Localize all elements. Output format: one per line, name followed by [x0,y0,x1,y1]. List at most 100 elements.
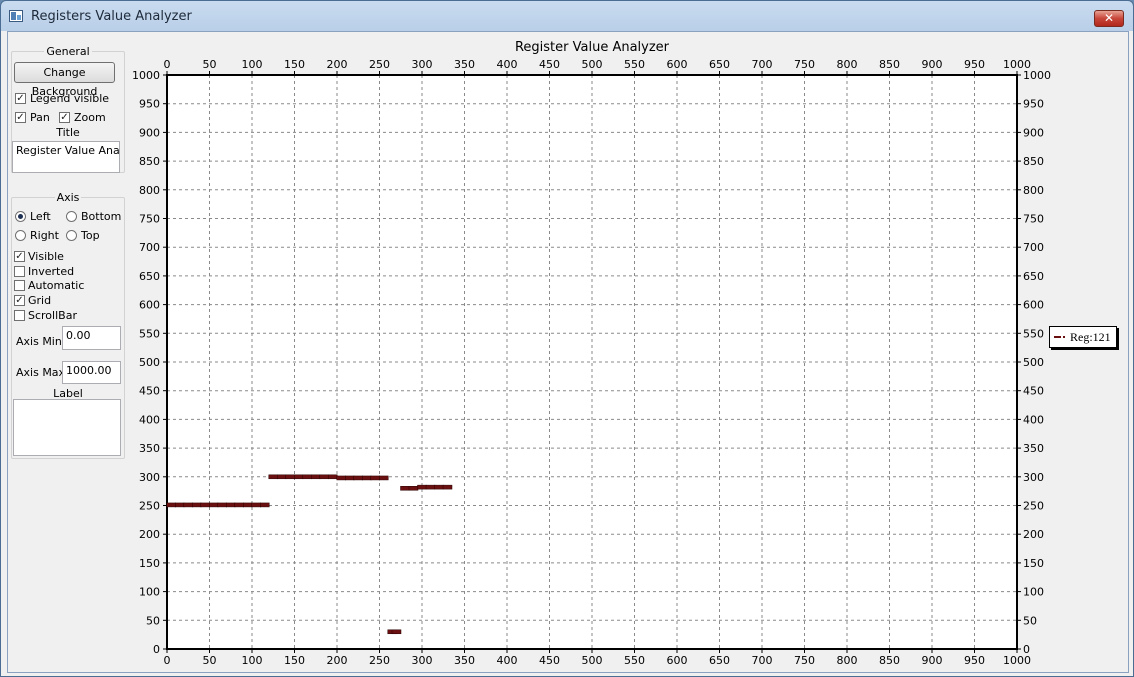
data-point [166,502,176,508]
x-tick-label-top: 950 [964,58,985,71]
x-tick-label-bottom: 600 [667,654,688,667]
data-point [192,502,202,508]
y-tick-label-left: 600 [139,299,160,312]
y-tick-label-left: 0 [153,643,160,656]
zoom-checkbox[interactable] [59,112,70,123]
window-title: Registers Value Analyzer [31,9,192,24]
axis-visible-label: Visible [28,250,64,263]
general-group: General Change Background Legend visible… [11,45,125,173]
y-tick-label-right: 150 [1023,557,1044,570]
x-tick-label-top: 750 [794,58,815,71]
axis-top-radio[interactable] [66,230,77,241]
y-tick-label-right: 250 [1023,500,1044,513]
y-tick-label-right: 850 [1023,155,1044,168]
close-button[interactable]: ✕ [1094,10,1124,27]
x-tick-label-top: 450 [539,58,560,71]
data-point [408,486,419,491]
x-tick-label-bottom: 950 [964,654,985,667]
x-tick-label-top: 50 [203,58,217,71]
zoom-label: Zoom [74,111,106,124]
x-tick-label-top: 700 [752,58,773,71]
x-tick-label-bottom: 700 [752,654,773,667]
y-tick-label-right: 700 [1023,241,1044,254]
x-tick-label-top: 600 [667,58,688,71]
axis-right-label: Right [30,229,59,242]
axis-min-label: Axis Min [16,335,62,348]
axis-max-input[interactable]: 1000.00 [62,361,121,384]
data-point [226,502,236,508]
data-point [294,474,304,480]
x-tick-label-bottom: 100 [242,654,263,667]
axis-bottom-radio[interactable] [66,211,77,222]
x-tick-label-bottom: 650 [709,654,730,667]
axis-bottom-label: Bottom [81,210,122,223]
change-background-button[interactable]: Change Background [14,62,115,98]
data-point [260,502,270,508]
axis-left-radio[interactable] [15,211,26,222]
title-input[interactable]: Register Value Analyzer [12,141,120,173]
legend-visible-label: Legend visible [30,92,110,105]
title-bar[interactable]: Registers Value Analyzer ✕ [1,1,1133,31]
axis-right-radio[interactable] [15,230,26,241]
legend-visible-checkbox[interactable] [15,93,26,104]
x-tick-label-bottom: 300 [412,654,433,667]
data-point [268,474,278,480]
x-tick-label-top: 850 [879,58,900,71]
title-label: Title [56,126,80,139]
y-tick-label-left: 350 [139,442,160,455]
axis-left-label: Left [30,210,51,223]
axis-label-input[interactable] [13,399,121,456]
legend-series-label: Reg:121 [1070,330,1111,344]
y-tick-label-right: 1000 [1023,69,1051,82]
x-tick-label-bottom: 50 [203,654,217,667]
axis-top-label: Top [81,229,100,242]
y-tick-label-left: 900 [139,126,160,139]
x-tick-label-bottom: 0 [164,654,171,667]
y-tick-label-left: 250 [139,500,160,513]
data-point [302,474,312,480]
y-tick-label-left: 400 [139,413,160,426]
axis-group: Axis Left Bottom Right Top Visible Inver… [11,191,125,459]
y-tick-label-right: 0 [1023,643,1030,656]
data-point [442,484,453,490]
chart-legend[interactable]: Reg:121 [1049,326,1117,348]
axis-automatic-checkbox[interactable] [14,280,25,291]
y-tick-label-right: 750 [1023,213,1044,226]
axis-visible-checkbox[interactable] [14,251,25,262]
x-tick-label-top: 400 [497,58,518,71]
axis-max-label: Axis Max [16,366,66,379]
y-tick-label-right: 550 [1023,327,1044,340]
axis-group-label: Axis [54,191,82,204]
x-tick-label-top: 800 [837,58,858,71]
x-tick-label-bottom: 500 [582,654,603,667]
main-window: Registers Value Analyzer ✕ General Chang… [0,0,1134,677]
chart-area[interactable]: Register Value Analyzer 0 0 50 50 100 100 150 15… [129,32,1127,672]
y-tick-label-left: 650 [139,270,160,283]
x-tick-label-bottom: 850 [879,654,900,667]
axis-scrollbar-label: ScrollBar [28,309,77,322]
axis-scrollbar-checkbox[interactable] [14,310,25,321]
y-tick-label-left: 850 [139,155,160,168]
app-window-icon [9,10,23,22]
axis-min-input[interactable]: 0.00 [62,326,121,350]
pan-checkbox[interactable] [15,112,26,123]
axis-grid-checkbox[interactable] [14,295,25,306]
y-tick-label-right: 50 [1023,614,1037,627]
axis-inverted-checkbox[interactable] [14,266,25,277]
y-tick-label-right: 400 [1023,413,1044,426]
data-point [183,502,193,508]
x-tick-label-top: 250 [369,58,390,71]
x-tick-label-bottom: 900 [922,654,943,667]
data-point [311,474,321,480]
x-tick-label-top: 550 [624,58,645,71]
legend-series-swatch [1054,336,1061,338]
y-tick-label-right: 300 [1023,471,1044,484]
data-point [434,484,444,490]
x-tick-label-top: 150 [284,58,305,71]
chart-canvas[interactable]: Register Value Analyzer00505010010015015… [129,32,1127,672]
y-tick-label-left: 450 [139,385,160,398]
data-point [379,475,389,481]
y-tick-label-left: 800 [139,184,160,197]
data-point [209,502,219,508]
data-point [417,484,427,490]
